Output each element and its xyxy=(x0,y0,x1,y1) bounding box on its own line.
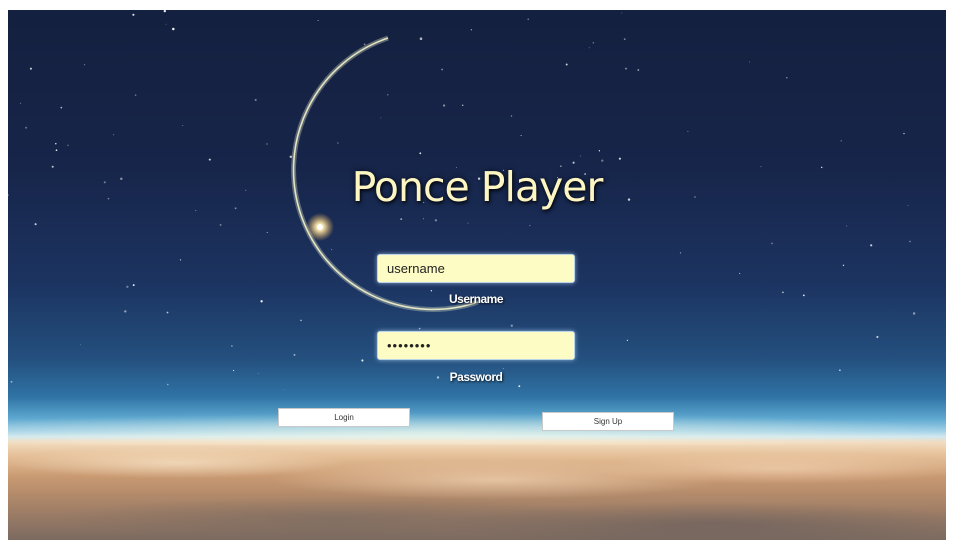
password-input[interactable] xyxy=(377,331,575,360)
password-label: Password xyxy=(449,370,503,384)
username-input[interactable] xyxy=(377,254,575,283)
login-button[interactable]: Login xyxy=(278,408,410,427)
signup-button[interactable]: Sign Up xyxy=(542,412,674,431)
username-label: Username xyxy=(448,292,504,306)
app-title: Ponce Player xyxy=(351,163,604,211)
space-background: Ponce Player Username Password Login Sig… xyxy=(8,10,946,540)
